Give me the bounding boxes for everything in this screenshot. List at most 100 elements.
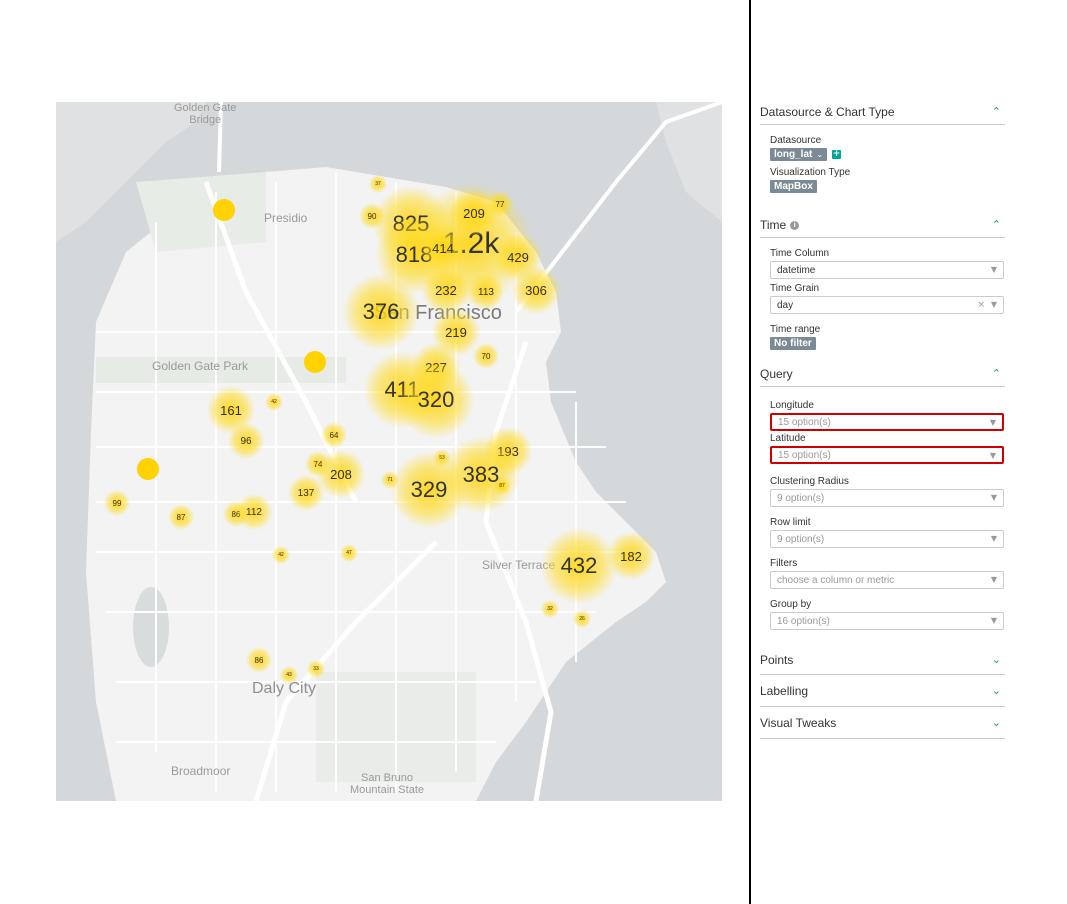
cluster-87[interactable]: 87: [168, 504, 194, 530]
place-golden-gate-park: Golden Gate Park: [152, 359, 249, 373]
dropdown-arrow-icon: ▼: [990, 265, 997, 274]
dropdown-arrow-icon: ▼: [989, 418, 996, 427]
clustering-radius-value: 9 option(s): [777, 492, 825, 504]
datasource-value: long_lat: [774, 149, 813, 160]
section-visual-tweaks-header[interactable]: Visual Tweaks ⌄: [760, 707, 1005, 739]
clustering-radius-select[interactable]: 9 option(s) ▼: [770, 489, 1004, 507]
section-time-body: Time Column datetime ▼ Time Grain day × …: [760, 238, 1005, 362]
time-grain-value: day: [777, 299, 794, 311]
group-by-select[interactable]: 16 option(s) ▼: [770, 612, 1004, 630]
cluster-37[interactable]: 37: [369, 175, 387, 193]
map-point[interactable]: [137, 458, 159, 480]
cluster-208[interactable]: 208: [317, 450, 365, 498]
chevron-down-icon: ⌄: [816, 150, 824, 159]
mapbox-map[interactable]: Golden Gate Bridge Presidio San Francisc…: [56, 102, 722, 801]
map-point[interactable]: [213, 199, 235, 221]
time-grain-label: Time Grain: [770, 283, 820, 294]
longitude-select[interactable]: 15 option(s) ▼: [770, 413, 1004, 431]
row-limit-label: Row limit: [770, 517, 811, 528]
latitude-label: Latitude: [770, 433, 806, 444]
chevron-down-icon[interactable]: ⌄: [992, 716, 1001, 729]
control-panel: Datasource & Chart Type ⌃ Datasource lon…: [760, 100, 1005, 739]
cluster-232[interactable]: 232: [422, 266, 470, 314]
datasource-tag[interactable]: long_lat ⌄: [770, 148, 828, 161]
cluster-306[interactable]: 306: [512, 266, 560, 314]
chevron-up-icon[interactable]: ⌃: [992, 218, 1001, 231]
cluster-113[interactable]: 113: [468, 274, 504, 310]
cluster-47[interactable]: 47: [340, 544, 358, 562]
time-range-tag[interactable]: No filter: [770, 337, 816, 350]
section-time-header[interactable]: Time i ⌃: [760, 213, 1005, 238]
filters-select[interactable]: choose a column or metric ▼: [770, 571, 1004, 589]
row-limit-value: 9 option(s): [777, 533, 825, 545]
latitude-value: 15 option(s): [778, 449, 831, 461]
cluster-87[interactable]: 87: [493, 477, 511, 495]
section-title: Labelling: [760, 683, 809, 698]
chevron-down-icon[interactable]: ⌄: [992, 684, 1001, 697]
row-limit-select[interactable]: 9 option(s) ▼: [770, 530, 1004, 548]
time-range-label: Time range: [770, 324, 821, 335]
section-datasource-header[interactable]: Datasource & Chart Type ⌃: [760, 100, 1005, 125]
cluster-329[interactable]: 329: [391, 452, 467, 528]
dropdown-arrow-icon: ▼: [990, 534, 997, 543]
section-query-body: Longitude 15 option(s) ▼ Latitude 15 opt…: [760, 387, 1005, 642]
filters-label: Filters: [770, 558, 798, 569]
cluster-64[interactable]: 64: [321, 422, 347, 448]
section-title: Query: [760, 367, 793, 381]
cluster-43[interactable]: 43: [280, 666, 298, 684]
place-san-bruno: San Bruno Mountain State: [350, 772, 424, 797]
filters-placeholder: choose a column or metric: [777, 574, 895, 586]
cluster-33[interactable]: 33: [307, 660, 325, 678]
datasource-label: Datasource: [770, 135, 822, 146]
section-datasource-body: Datasource long_lat ⌄ + Visualization Typ…: [760, 125, 1005, 205]
place-golden-gate-bridge: Golden Gate Bridge: [174, 102, 237, 127]
dropdown-arrow-icon: ▼: [990, 300, 997, 309]
group-by-label: Group by: [770, 599, 812, 610]
map-point[interactable]: [304, 351, 326, 373]
viz-type-tag[interactable]: MapBox: [770, 180, 817, 193]
section-title: Points: [760, 653, 794, 667]
cluster-86[interactable]: 86: [246, 647, 272, 673]
section-labelling-header[interactable]: Labelling ⌄: [760, 675, 1005, 707]
longitude-value: 15 option(s): [778, 416, 831, 428]
time-column-select[interactable]: datetime ▼: [770, 261, 1004, 279]
group-by-value: 16 option(s): [777, 615, 830, 627]
chevron-up-icon[interactable]: ⌃: [992, 367, 1001, 380]
viz-type-label: Visualization Type: [770, 167, 851, 178]
longitude-label: Longitude: [770, 400, 814, 411]
panel-divider: [749, 0, 751, 904]
cluster-376[interactable]: 376: [343, 274, 419, 350]
add-datasource-icon[interactable]: +: [832, 150, 842, 159]
section-title: Datasource & Chart Type: [760, 105, 895, 119]
cluster-112[interactable]: 112: [236, 494, 272, 530]
place-broadmoor: Broadmoor: [171, 764, 231, 778]
time-grain-select[interactable]: day × ▼: [770, 296, 1004, 314]
cluster-432[interactable]: 432: [541, 528, 617, 604]
dropdown-arrow-icon: ▼: [990, 493, 997, 502]
chevron-up-icon[interactable]: ⌃: [992, 105, 1001, 118]
dropdown-arrow-icon: ▼: [990, 575, 997, 584]
cluster-137[interactable]: 137: [288, 475, 324, 511]
cluster-90[interactable]: 90: [359, 203, 385, 229]
latitude-select[interactable]: 15 option(s) ▼: [770, 446, 1004, 464]
clear-icon[interactable]: ×: [977, 300, 985, 310]
cluster-320[interactable]: 320: [398, 362, 474, 438]
cluster-99[interactable]: 99: [104, 490, 130, 516]
chevron-down-icon[interactable]: ⌄: [992, 653, 1001, 666]
section-title: Time: [760, 218, 787, 232]
info-icon[interactable]: i: [790, 220, 800, 230]
cluster-77[interactable]: 77: [487, 191, 513, 217]
cluster-414[interactable]: 414: [419, 224, 467, 272]
cluster-182[interactable]: 182: [607, 532, 655, 580]
section-points-header[interactable]: Points ⌄: [760, 646, 1005, 675]
dropdown-arrow-icon: ▼: [989, 451, 996, 460]
cluster-42[interactable]: 42: [272, 546, 290, 564]
cluster-42[interactable]: 42: [265, 393, 283, 411]
clustering-radius-label: Clustering Radius: [770, 476, 849, 487]
cluster-32[interactable]: 32: [541, 600, 559, 618]
cluster-70[interactable]: 70: [473, 343, 499, 369]
time-column-value: datetime: [777, 264, 816, 276]
cluster-26[interactable]: 26: [573, 610, 591, 628]
section-query-header[interactable]: Query ⌃: [760, 362, 1005, 387]
cluster-96[interactable]: 96: [228, 423, 264, 459]
